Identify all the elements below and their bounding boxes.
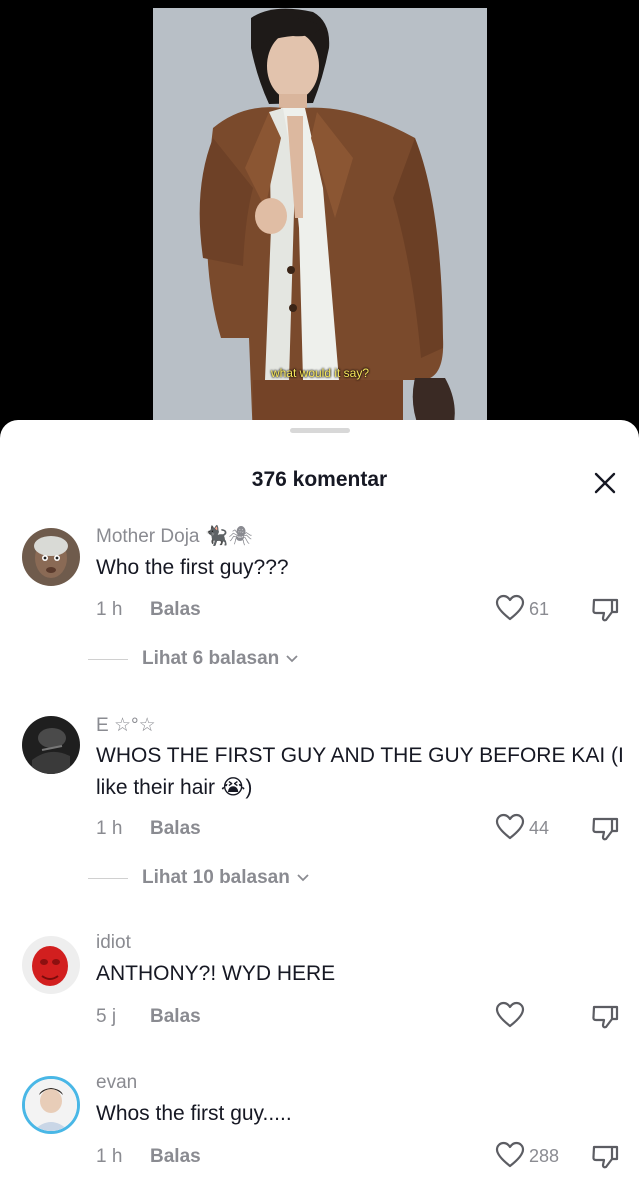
like-button[interactable] — [495, 594, 527, 624]
video-frame: what would it say? — [153, 8, 487, 440]
heart-icon — [495, 1001, 525, 1028]
comments-sheet: 376 komentar Mother Doja 🐈‍⬛🕷 Who the fi… — [0, 420, 639, 1200]
dislike-button[interactable] — [590, 1001, 622, 1033]
avatar[interactable] — [22, 936, 80, 994]
avatar-image — [22, 716, 80, 774]
thumbs-down-icon — [592, 817, 619, 841]
comment-timestamp: 1 h — [96, 599, 123, 620]
comments-count-title: 376 komentar — [251, 468, 388, 491]
close-icon — [594, 472, 616, 494]
like-button[interactable] — [495, 1141, 527, 1171]
like-count: 44 — [529, 818, 550, 838]
heart-icon — [495, 813, 525, 840]
reply-button[interactable]: Balas — [150, 599, 201, 621]
replies-divider — [88, 877, 128, 879]
reply-button[interactable]: Balas — [150, 1146, 201, 1168]
like-button[interactable] — [495, 1001, 527, 1031]
thumbs-down-icon — [592, 598, 619, 622]
avatar[interactable] — [22, 716, 80, 774]
comment-timestamp: 1 h — [96, 1146, 123, 1167]
avatar-image — [22, 528, 80, 586]
avatar-image — [22, 936, 80, 994]
comment-text: Whos the first guy..... — [96, 1102, 292, 1125]
replies-divider — [88, 658, 128, 660]
thumbs-down-icon — [592, 1145, 619, 1169]
view-replies-button[interactable]: Lihat 6 balasan — [88, 648, 299, 670]
comment-timestamp: 5 j — [96, 1006, 117, 1027]
comment-text: Who the first guy??? — [96, 556, 289, 579]
comment-username[interactable]: Mother Doja 🐈‍⬛🕷 — [96, 524, 253, 548]
like-count: 288 — [529, 1146, 560, 1166]
comment-text: WHOS THE FIRST GUY AND THE GUY BEFORE KA… — [96, 744, 624, 799]
view-replies-label: Lihat 6 balasan — [142, 648, 280, 669]
dislike-button[interactable] — [590, 1141, 622, 1173]
comment-text: ANTHONY?! WYD HERE — [96, 962, 336, 985]
heart-icon — [495, 594, 525, 621]
reply-button[interactable]: Balas — [150, 1006, 201, 1028]
view-replies-button[interactable]: Lihat 10 balasan — [88, 867, 310, 889]
drag-handle[interactable] — [290, 428, 350, 433]
dislike-button[interactable] — [590, 813, 622, 845]
video-caption: what would it say? — [270, 366, 370, 380]
like-count: 61 — [529, 599, 550, 619]
avatar[interactable] — [22, 528, 80, 586]
chevron-down-icon — [286, 655, 298, 663]
comment-username[interactable]: evan — [96, 1072, 137, 1094]
reply-button[interactable]: Balas — [150, 818, 201, 840]
chevron-down-icon — [297, 874, 309, 882]
video-player[interactable]: what would it say? — [0, 0, 639, 440]
like-button[interactable] — [495, 813, 527, 843]
close-button[interactable] — [590, 468, 620, 498]
avatar[interactable] — [22, 1076, 80, 1134]
avatar-image — [25, 1079, 77, 1131]
view-replies-label: Lihat 10 balasan — [142, 867, 290, 888]
dislike-button[interactable] — [590, 594, 622, 626]
comment-username[interactable]: idiot — [96, 932, 131, 954]
heart-icon — [495, 1141, 525, 1168]
thumbs-down-icon — [592, 1005, 619, 1029]
comment-timestamp: 1 h — [96, 818, 123, 839]
comment-username[interactable]: E ☆°☆ — [96, 714, 156, 737]
